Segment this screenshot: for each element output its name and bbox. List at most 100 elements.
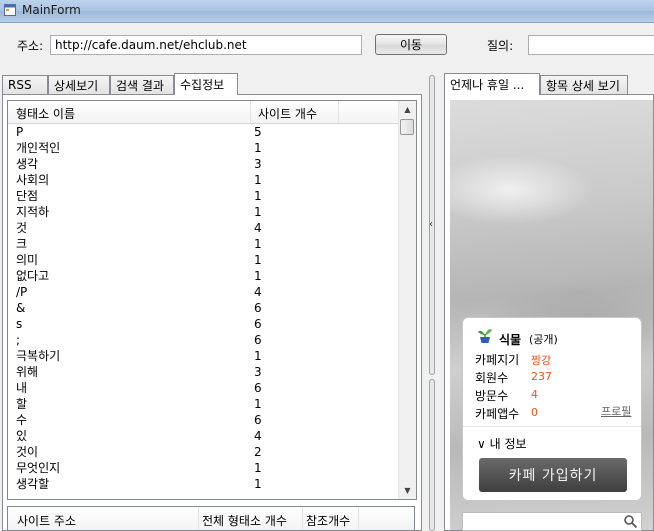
list-item[interactable]: 생각할 1 — [8, 476, 398, 492]
list-item[interactable]: 할1 — [8, 396, 398, 412]
site-count: 1 — [254, 461, 262, 475]
morpheme-name: 크 — [16, 237, 28, 251]
apps-value: 0 — [531, 406, 538, 419]
morpheme-name: /P — [16, 285, 28, 299]
site-count: 1 — [254, 237, 262, 251]
list-item[interactable]: 무엇인지 1 — [8, 460, 398, 476]
column-morpheme-name[interactable]: 형태소 이름 — [16, 105, 75, 122]
column-site-count[interactable]: 사이트 개수 — [258, 105, 317, 122]
tab-collected-info[interactable]: 수집정보 — [174, 73, 238, 95]
list-item[interactable]: 없다고 1 — [8, 268, 398, 284]
morpheme-name: 있 — [16, 429, 28, 443]
list-item[interactable]: P5 — [8, 124, 398, 140]
query-input[interactable] — [528, 35, 654, 55]
splitter-bar-bottom[interactable] — [429, 379, 435, 531]
list-item[interactable]: 의미 1 — [8, 252, 398, 268]
morpheme-name: ; — [16, 333, 21, 347]
column-total-morphemes[interactable]: 전체 형태소 개수 — [202, 512, 287, 529]
card-divider — [463, 426, 641, 427]
cafe-name[interactable]: 식물 — [499, 331, 521, 348]
cafe-visibility: (공개) — [529, 333, 558, 346]
tab-item-detail[interactable]: 항목 상세 보기 — [540, 75, 628, 94]
manager-value[interactable]: 짱강 — [531, 352, 551, 368]
morpheme-name: 지적하 — [16, 205, 50, 219]
morpheme-name: 무엇인지 — [16, 461, 61, 475]
site-count: 4 — [254, 221, 262, 235]
column-ref-count[interactable]: 참조개수 — [306, 512, 350, 529]
morpheme-name: 의미 — [16, 253, 39, 267]
morpheme-name: 단점 — [16, 189, 39, 203]
morpheme-name: 내 — [16, 381, 28, 395]
list-item[interactable]: 크1 — [8, 236, 398, 252]
list-item[interactable]: & 6 — [8, 300, 398, 316]
plant-icon — [478, 329, 492, 343]
collapse-left-icon[interactable]: ‹ — [429, 219, 433, 230]
list-item[interactable]: 수6 — [8, 412, 398, 428]
list-item[interactable]: 내6 — [8, 380, 398, 396]
query-label: 질의: — [487, 39, 514, 53]
site-count: 6 — [254, 301, 262, 315]
go-button[interactable]: 이동 — [375, 34, 447, 55]
visits-label: 방문수 — [475, 389, 509, 403]
site-count: 6 — [254, 317, 262, 331]
join-cafe-button[interactable]: 카페 가입하기 — [479, 458, 627, 492]
site-count: 4 — [254, 285, 262, 299]
splitter[interactable]: ‹ — [426, 73, 440, 531]
site-count: 6 — [254, 413, 262, 427]
list-item[interactable]: 극복하기 1 — [8, 348, 398, 364]
list-header: 형태소 이름 사이트 개수 — [8, 101, 398, 124]
profile-link[interactable]: 프로필 — [601, 403, 631, 419]
list-item[interactable]: /P 4 — [8, 284, 398, 300]
list-item[interactable]: 위해 3 — [8, 364, 398, 380]
morpheme-name: 것 — [16, 221, 28, 235]
manager-label: 카페지기 — [475, 353, 520, 367]
site-count: 4 — [254, 429, 262, 443]
morpheme-name: 위해 — [16, 365, 39, 379]
my-info-toggle[interactable]: ∨ 내 정보 — [477, 435, 527, 452]
morpheme-name: s — [16, 317, 23, 331]
list-item[interactable]: 것4 — [8, 220, 398, 236]
site-count: 1 — [254, 269, 262, 283]
list-item[interactable]: 있4 — [8, 428, 398, 444]
scroll-thumb[interactable] — [400, 119, 414, 135]
morpheme-name: 없다고 — [16, 269, 50, 283]
list-item[interactable]: 생각 3 — [8, 156, 398, 172]
scroll-down-icon[interactable]: ▼ — [399, 482, 416, 499]
site-count: 2 — [254, 445, 262, 459]
morpheme-name: P — [16, 125, 24, 139]
visits-value: 4 — [531, 388, 538, 401]
search-icon[interactable] — [623, 514, 638, 529]
morpheme-name: & — [16, 301, 26, 315]
list-item[interactable]: s6 — [8, 316, 398, 332]
morpheme-name: 수 — [16, 413, 28, 427]
list-item[interactable]: 지적하 1 — [8, 204, 398, 220]
morpheme-name: 것이 — [16, 445, 39, 459]
address-input[interactable] — [50, 35, 362, 55]
list-item[interactable]: 개인적인 1 — [8, 140, 398, 156]
list-item[interactable]: 단점 1 — [8, 188, 398, 204]
morpheme-list[interactable]: 형태소 이름 사이트 개수 P 5 개인적인 1 생각 3 사회의 1 단점 1 지적하 1 것 4 크 1 의… — [7, 100, 417, 500]
site-count: 1 — [254, 205, 262, 219]
list-item[interactable]: 것이 2 — [8, 444, 398, 460]
column-site-address[interactable]: 사이트 주소 — [17, 512, 76, 529]
site-count: 1 — [254, 349, 262, 363]
tab-cafe-web[interactable]: 언제나 휴일 ... — [444, 73, 540, 95]
site-count: 3 — [254, 365, 262, 379]
cafe-info-card: 식물 (공개) 카페지기 짱강 회원수 237 방문수 4 카페앱수 0 프로필… — [462, 317, 642, 501]
list-item[interactable]: ; 6 — [8, 332, 398, 348]
morpheme-name: 할 — [16, 397, 28, 411]
members-label: 회원수 — [475, 371, 509, 385]
site-count: 5 — [254, 125, 262, 139]
tab-search-results[interactable]: 검색 결과 — [110, 75, 174, 94]
list-item[interactable]: 사회의 1 — [8, 172, 398, 188]
tab-detail[interactable]: 상세보기 — [48, 75, 110, 94]
cafe-search-input[interactable] — [462, 512, 642, 531]
site-count: 1 — [254, 141, 262, 155]
site-count: 1 — [254, 397, 262, 411]
morpheme-name: 개인적인 — [16, 141, 61, 155]
site-count: 1 — [254, 253, 262, 267]
list-scrollbar[interactable]: ▲ ▼ — [398, 101, 416, 499]
scroll-up-icon[interactable]: ▲ — [399, 101, 416, 118]
site-count: 1 — [254, 173, 262, 187]
tab-rss[interactable]: RSS — [2, 75, 48, 94]
